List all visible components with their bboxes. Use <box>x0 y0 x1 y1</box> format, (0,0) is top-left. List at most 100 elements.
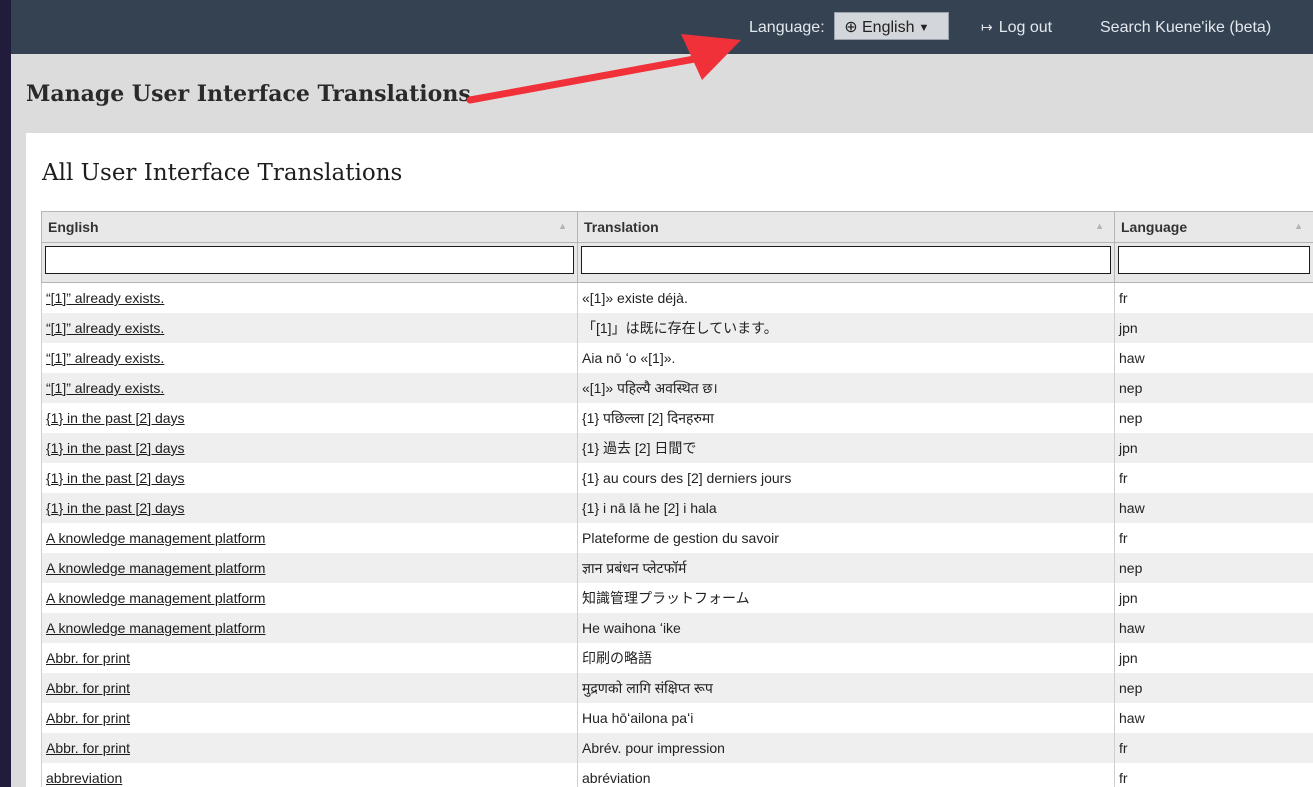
cell-translation: «[1]» existe déjà. <box>577 282 1115 313</box>
cell-english: Abbr. for print <box>41 643 578 673</box>
cell-translation: {1} पछिल्ला [2] दिनहरुमा <box>577 403 1115 433</box>
cell-english: A knowledge management platform <box>41 613 578 643</box>
cell-english: {1} in the past [2] days <box>41 463 578 493</box>
logout-label: Log out <box>998 19 1053 36</box>
english-text-link[interactable]: “[1]” already exists. <box>46 320 164 336</box>
english-text-link[interactable]: A knowledge management platform <box>46 530 265 546</box>
cell-english: {1} in the past [2] days <box>41 433 578 463</box>
cell-english: abbreviation <box>41 763 578 787</box>
search-kueneike-link[interactable]: Search Kuene'ike (beta) <box>1100 19 1271 37</box>
cell-english: A knowledge management platform <box>41 583 578 613</box>
cell-english: A knowledge management platform <box>41 553 578 583</box>
filter-input-language[interactable] <box>1118 246 1310 274</box>
table-row: A knowledge management platform Plateform… <box>41 523 1313 553</box>
english-text-link[interactable]: {1} in the past [2] days <box>46 410 185 426</box>
cell-language: haw <box>1114 493 1313 523</box>
cell-language: haw <box>1114 343 1313 373</box>
cell-translation: Plateforme de gestion du savoir <box>577 523 1115 553</box>
panel-title: All User Interface Translations <box>42 160 403 186</box>
app-window: Language: ⊕ English ▼ ↦ Log out Search Kuen… <box>11 0 1313 787</box>
cell-translation: ज्ञान प्रबंधन प्लेटफॉर्म <box>577 553 1115 583</box>
cell-language: haw <box>1114 703 1313 733</box>
english-text-link[interactable]: abbreviation <box>46 770 122 786</box>
cell-language: haw <box>1114 613 1313 643</box>
cell-english: Abbr. for print <box>41 733 578 763</box>
cell-translation: 印刷の略語 <box>577 643 1115 673</box>
english-text-link[interactable]: Abbr. for print <box>46 650 130 666</box>
language-label: Language: <box>749 19 825 36</box>
filter-input-english[interactable] <box>45 246 574 274</box>
table-row: abbreviation abréviation fr <box>41 763 1313 787</box>
english-text-link[interactable]: Abbr. for print <box>46 680 130 696</box>
sign-out-icon: ↦ <box>981 19 993 35</box>
cell-language: fr <box>1114 733 1313 763</box>
sort-icon: ▲ <box>1095 221 1104 231</box>
logout-link[interactable]: ↦ Log out <box>981 19 1052 37</box>
table-row: “[1]” already exists. Aia nō ʻo «[1]». haw <box>41 343 1313 373</box>
top-navbar: Language: ⊕ English ▼ ↦ Log out Search Kuen… <box>11 0 1313 54</box>
cell-english: “[1]” already exists. <box>41 343 578 373</box>
english-text-link[interactable]: A knowledge management platform <box>46 560 265 576</box>
cell-english: “[1]” already exists. <box>41 373 578 403</box>
cell-language: fr <box>1114 282 1313 313</box>
globe-icon: ⊕ <box>844 19 858 36</box>
cell-language: nep <box>1114 553 1313 583</box>
cell-language: nep <box>1114 673 1313 703</box>
english-text-link[interactable]: “[1]” already exists. <box>46 290 164 306</box>
table-row: A knowledge management platform ज्ञान प्र… <box>41 553 1313 583</box>
table-row: “[1]” already exists. «[1]» existe déjà. f… <box>41 282 1313 313</box>
cell-translation: He waihona ʻike <box>577 613 1115 643</box>
cell-translation: 知識管理プラットフォーム <box>577 583 1115 613</box>
english-text-link[interactable]: {1} in the past [2] days <box>46 470 185 486</box>
cell-english: {1} in the past [2] days <box>41 403 578 433</box>
cell-translation: Hua hōʻailona paʻi <box>577 703 1115 733</box>
cell-language: nep <box>1114 373 1313 403</box>
cell-translation: 「[1]」は既に存在しています。 <box>577 313 1115 343</box>
cell-english: Abbr. for print <box>41 673 578 703</box>
cell-language: fr <box>1114 763 1313 787</box>
cell-language: fr <box>1114 463 1313 493</box>
english-text-link[interactable]: A knowledge management platform <box>46 590 265 606</box>
cell-language: jpn <box>1114 313 1313 343</box>
cell-language: fr <box>1114 523 1313 553</box>
cell-english: {1} in the past [2] days <box>41 493 578 523</box>
cell-translation: abréviation <box>577 763 1115 787</box>
language-dropdown-button[interactable]: ⊕ English ▼ <box>834 12 949 40</box>
table-row: Abbr. for print Hua hōʻailona paʻi haw <box>41 703 1313 733</box>
table-row: A knowledge management platform He waihon… <box>41 613 1313 643</box>
english-text-link[interactable]: “[1]” already exists. <box>46 350 164 366</box>
cell-language: jpn <box>1114 643 1313 673</box>
column-header-english[interactable]: English ▲ <box>41 211 578 243</box>
language-button-label: English <box>862 19 915 36</box>
cell-language: jpn <box>1114 433 1313 463</box>
column-header-translation[interactable]: Translation ▲ <box>577 211 1115 243</box>
sort-icon: ▲ <box>1294 221 1303 231</box>
english-text-link[interactable]: Abbr. for print <box>46 710 130 726</box>
english-text-link[interactable]: {1} in the past [2] days <box>46 440 185 456</box>
sort-icon: ▲ <box>558 221 567 231</box>
cell-english: “[1]” already exists. <box>41 282 578 313</box>
page-title: Manage User Interface Translations <box>26 81 471 107</box>
cell-translation: {1} 過去 [2] 日間で <box>577 433 1115 463</box>
column-header-language[interactable]: Language ▲ <box>1114 211 1313 243</box>
table-row: {1} in the past [2] days {1} au cours des… <box>41 463 1313 493</box>
table-row: A knowledge management platform 知識管理プラットフ… <box>41 583 1313 613</box>
translations-table: English ▲ Translation ▲ Language ▲ “[1]” al… <box>41 211 1313 787</box>
translations-panel: All User Interface Translations English ▲… <box>26 133 1313 787</box>
english-text-link[interactable]: {1} in the past [2] days <box>46 500 185 516</box>
table-row: Abbr. for print Abrév. pour impression fr <box>41 733 1313 763</box>
cell-translation: {1} i nā lā he [2] i hala <box>577 493 1115 523</box>
table-row: Abbr. for print मुद्रणको लागि संक्षिप्त र… <box>41 673 1313 703</box>
cell-english: A knowledge management platform <box>41 523 578 553</box>
table-row: Abbr. for print 印刷の略語 jpn <box>41 643 1313 673</box>
cell-english: Abbr. for print <box>41 703 578 733</box>
cell-translation: मुद्रणको लागि संक्षिप्त रूप <box>577 673 1115 703</box>
english-text-link[interactable]: “[1]” already exists. <box>46 380 164 396</box>
cell-english: “[1]” already exists. <box>41 313 578 343</box>
caret-down-icon: ▼ <box>918 22 930 34</box>
table-row: {1} in the past [2] days {1} i nā lā he [… <box>41 493 1313 523</box>
filter-input-translation[interactable] <box>581 246 1111 274</box>
english-text-link[interactable]: Abbr. for print <box>46 740 130 756</box>
english-text-link[interactable]: A knowledge management platform <box>46 620 265 636</box>
cell-language: jpn <box>1114 583 1313 613</box>
